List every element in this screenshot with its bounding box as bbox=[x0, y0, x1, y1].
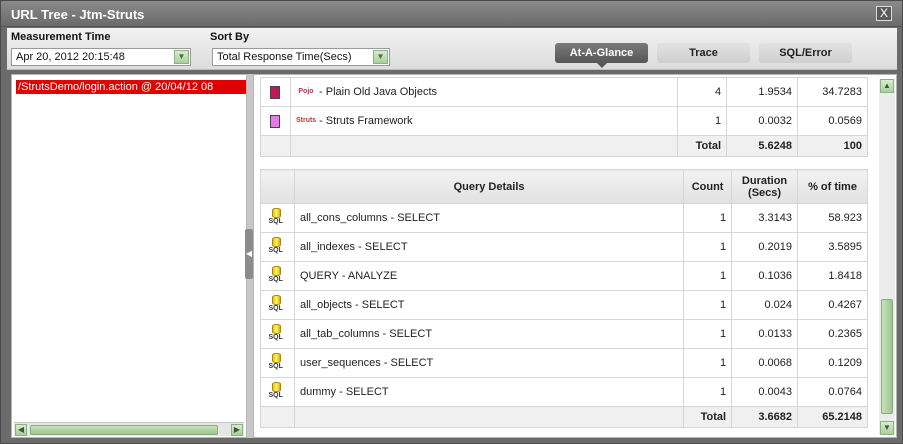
framework-summary-table: Pojo - Plain Old Java Objects 4 1.9534 3… bbox=[260, 77, 868, 157]
framework-name: - Plain Old Java Objects bbox=[319, 85, 438, 98]
framework-duration: 1.9534 bbox=[726, 77, 799, 107]
tab-sql-error[interactable]: SQL/Error bbox=[759, 43, 852, 63]
vertical-scrollbar[interactable]: ▲ ▼ bbox=[879, 79, 895, 435]
url-tree-window: URL Tree - Jtm-Struts X Measurement Time… bbox=[0, 0, 903, 444]
query-name: all_indexes - SELECT bbox=[293, 232, 685, 262]
table-row[interactable]: SQL all_cons_columns - SELECT 1 3.3143 58.92… bbox=[260, 203, 868, 233]
sort-by-value: Total Response Time(Secs) bbox=[217, 51, 352, 63]
table-row: Pojo - Plain Old Java Objects 4 1.9534 3… bbox=[260, 77, 868, 107]
title-bar: URL Tree - Jtm-Struts X bbox=[1, 1, 902, 27]
column-header-percent[interactable]: % of time bbox=[797, 169, 868, 204]
pojo-icon: Pojo bbox=[298, 88, 314, 95]
query-duration: 3.3143 bbox=[731, 203, 799, 233]
query-duration: 0.2019 bbox=[731, 232, 799, 262]
query-name: dummy - SELECT bbox=[293, 377, 685, 407]
measurement-time-label: Measurement Time bbox=[11, 31, 111, 43]
framework-percent: 0.0569 bbox=[797, 106, 868, 136]
toolbar: Measurement Time Apr 20, 2012 20:15:48 ▼… bbox=[7, 28, 897, 70]
at-a-glance-panel: Pojo - Plain Old Java Objects 4 1.9534 3… bbox=[253, 74, 897, 438]
table-row[interactable]: SQL user_sequences - SELECT 1 0.0068 0.1209 bbox=[260, 348, 868, 378]
scrollbar-thumb[interactable] bbox=[30, 425, 218, 435]
measurement-time-value: Apr 20, 2012 20:15:48 bbox=[16, 51, 125, 63]
query-name: all_objects - SELECT bbox=[293, 290, 685, 320]
chevron-right-icon[interactable]: ▶ bbox=[231, 424, 243, 436]
sql-icon: SQL bbox=[268, 353, 286, 373]
sort-by-label: Sort By bbox=[210, 31, 250, 43]
horizontal-scrollbar[interactable]: ◀ ▶ bbox=[14, 422, 244, 436]
framework-count: 4 bbox=[677, 77, 728, 107]
sql-icon: SQL bbox=[268, 237, 286, 257]
query-name: all_cons_columns - SELECT bbox=[293, 203, 685, 233]
color-swatch bbox=[270, 114, 281, 128]
query-percent: 58.923 bbox=[797, 203, 868, 233]
query-percent: 0.0764 bbox=[797, 377, 868, 407]
color-swatch bbox=[270, 85, 281, 99]
total-percent: 100 bbox=[797, 135, 868, 157]
table-row[interactable]: SQL all_objects - SELECT 1 0.024 0.4267 bbox=[260, 290, 868, 320]
collapse-handle-icon[interactable]: ◀ bbox=[245, 229, 253, 279]
query-count: 1 bbox=[683, 377, 733, 407]
chevron-left-icon[interactable]: ◀ bbox=[15, 424, 27, 436]
measurement-time-select[interactable]: Apr 20, 2012 20:15:48 ▼ bbox=[11, 48, 191, 66]
query-name: all_tab_columns - SELECT bbox=[293, 319, 685, 349]
url-tree-panel: /StrutsDemo/login.action @ 20/04/12 08 ◀… bbox=[11, 74, 247, 438]
framework-name: - Struts Framework bbox=[319, 114, 413, 127]
total-row: Total 3.6682 65.2148 bbox=[260, 406, 868, 428]
query-duration: 0.1036 bbox=[731, 261, 799, 291]
query-percent: 3.5895 bbox=[797, 232, 868, 262]
query-count: 1 bbox=[683, 261, 733, 291]
total-row: Total 5.6248 100 bbox=[260, 135, 868, 157]
total-percent: 65.2148 bbox=[797, 406, 868, 428]
framework-duration: 0.0032 bbox=[726, 106, 799, 136]
sql-icon: SQL bbox=[268, 324, 286, 344]
scrollbar-thumb[interactable] bbox=[881, 299, 893, 414]
window-title: URL Tree - Jtm-Struts bbox=[11, 7, 145, 22]
query-count: 1 bbox=[683, 290, 733, 320]
query-count: 1 bbox=[683, 319, 733, 349]
query-duration: 0.024 bbox=[731, 290, 799, 320]
total-duration: 5.6248 bbox=[726, 135, 799, 157]
query-count: 1 bbox=[683, 348, 733, 378]
close-button[interactable]: X bbox=[876, 6, 892, 21]
sql-icon: SQL bbox=[268, 295, 286, 315]
query-name: QUERY - ANALYZE bbox=[293, 261, 685, 291]
table-row[interactable]: SQL all_indexes - SELECT 1 0.2019 3.5895 bbox=[260, 232, 868, 262]
table-header-row: Query Details Count Duration (Secs) % of… bbox=[260, 169, 868, 204]
query-details-table: Query Details Count Duration (Secs) % of… bbox=[260, 169, 868, 428]
table-row[interactable]: SQL all_tab_columns - SELECT 1 0.0133 0.2365 bbox=[260, 319, 868, 349]
chevron-down-icon[interactable]: ▼ bbox=[373, 50, 388, 64]
total-label: Total bbox=[677, 135, 728, 157]
struts-icon: Struts bbox=[295, 117, 317, 124]
tab-at-a-glance[interactable]: At-A-Glance bbox=[555, 43, 648, 68]
table-row: Struts - Struts Framework 1 0.0032 0.056… bbox=[260, 106, 868, 136]
framework-count: 1 bbox=[677, 106, 728, 136]
table-row[interactable]: SQL dummy - SELECT 1 0.0043 0.0764 bbox=[260, 377, 868, 407]
query-duration: 0.0043 bbox=[731, 377, 799, 407]
column-header-details[interactable]: Query Details bbox=[293, 169, 685, 204]
column-header-count[interactable]: Count bbox=[683, 169, 733, 204]
sql-icon: SQL bbox=[268, 382, 286, 402]
tab-trace[interactable]: Trace bbox=[657, 43, 750, 63]
sql-icon: SQL bbox=[268, 266, 286, 286]
total-duration: 3.6682 bbox=[731, 406, 799, 428]
table-row[interactable]: SQL QUERY - ANALYZE 1 0.1036 1.8418 bbox=[260, 261, 868, 291]
column-header-duration[interactable]: Duration (Secs) bbox=[731, 169, 799, 204]
chevron-down-icon[interactable]: ▼ bbox=[174, 50, 189, 64]
query-percent: 0.4267 bbox=[797, 290, 868, 320]
query-count: 1 bbox=[683, 203, 733, 233]
sql-icon: SQL bbox=[268, 208, 286, 228]
tree-item-selected[interactable]: /StrutsDemo/login.action @ 20/04/12 08 bbox=[16, 80, 246, 94]
sort-by-select[interactable]: Total Response Time(Secs) ▼ bbox=[212, 48, 390, 66]
query-name: user_sequences - SELECT bbox=[293, 348, 685, 378]
query-duration: 0.0068 bbox=[731, 348, 799, 378]
total-label: Total bbox=[683, 406, 733, 428]
chevron-down-icon[interactable]: ▼ bbox=[880, 421, 894, 435]
query-percent: 0.2365 bbox=[797, 319, 868, 349]
query-percent: 0.1209 bbox=[797, 348, 868, 378]
query-duration: 0.0133 bbox=[731, 319, 799, 349]
query-count: 1 bbox=[683, 232, 733, 262]
framework-percent: 34.7283 bbox=[797, 77, 868, 107]
query-percent: 1.8418 bbox=[797, 261, 868, 291]
chevron-up-icon[interactable]: ▲ bbox=[880, 79, 894, 93]
